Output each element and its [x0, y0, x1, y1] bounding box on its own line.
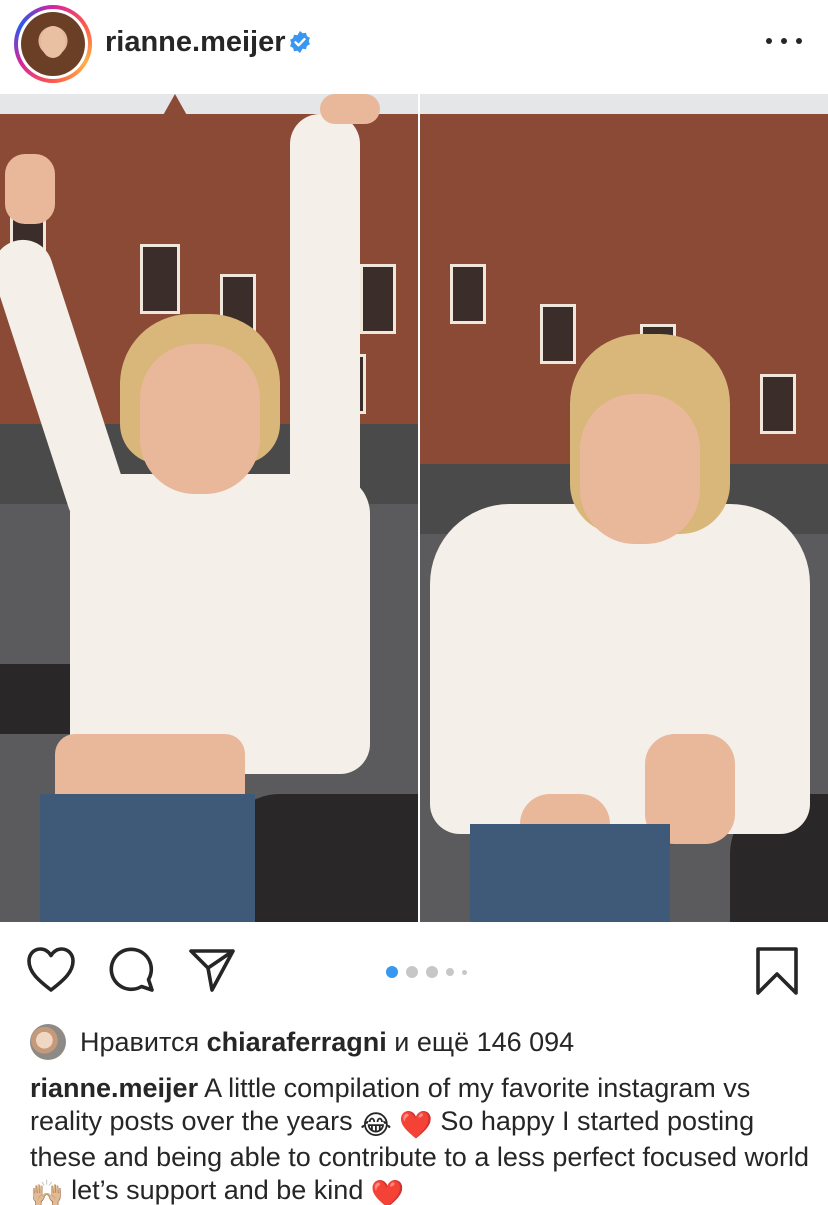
- heart-icon[interactable]: [26, 946, 76, 994]
- caption-username[interactable]: rianne.meijer: [30, 1073, 198, 1103]
- verified-icon: [290, 31, 310, 53]
- carousel-dot: [462, 969, 467, 975]
- liker-avatar[interactable]: [30, 1024, 66, 1060]
- comment-icon[interactable]: [108, 946, 156, 994]
- carousel-dot: [406, 966, 418, 978]
- avatar[interactable]: [14, 5, 92, 83]
- photo-right: [420, 94, 828, 922]
- likes-row[interactable]: Нравится chiaraferragni и ещё 146 094: [30, 1022, 574, 1062]
- bookmark-icon[interactable]: [754, 946, 800, 996]
- raising-hands-emoji-icon: 🙌🏼: [30, 1178, 64, 1205]
- share-icon[interactable]: [188, 946, 236, 994]
- photo-left: [0, 94, 418, 922]
- caption-text-3: let’s support and be kind: [71, 1174, 364, 1205]
- likes-text: Нравится chiaraferragni и ещё 146 094: [80, 1026, 575, 1057]
- carousel-dot: [446, 968, 454, 976]
- carousel-dot-active: [386, 966, 398, 978]
- red-heart-emoji-icon: ❤️: [399, 1109, 433, 1140]
- red-heart-emoji-icon: ❤️: [370, 1178, 405, 1205]
- caption: rianne.meijer A little compilation of my…: [30, 1072, 810, 1205]
- carousel-indicator: [386, 966, 467, 978]
- laughing-emoji-icon: 😂: [360, 1109, 392, 1140]
- carousel-dot: [426, 966, 438, 978]
- post-header: rianne.meijer: [0, 0, 828, 94]
- post-image[interactable]: [0, 94, 828, 922]
- more-icon[interactable]: [766, 26, 802, 56]
- username[interactable]: rianne.meijer: [105, 26, 286, 59]
- liker-username[interactable]: chiaraferragni: [207, 1027, 387, 1057]
